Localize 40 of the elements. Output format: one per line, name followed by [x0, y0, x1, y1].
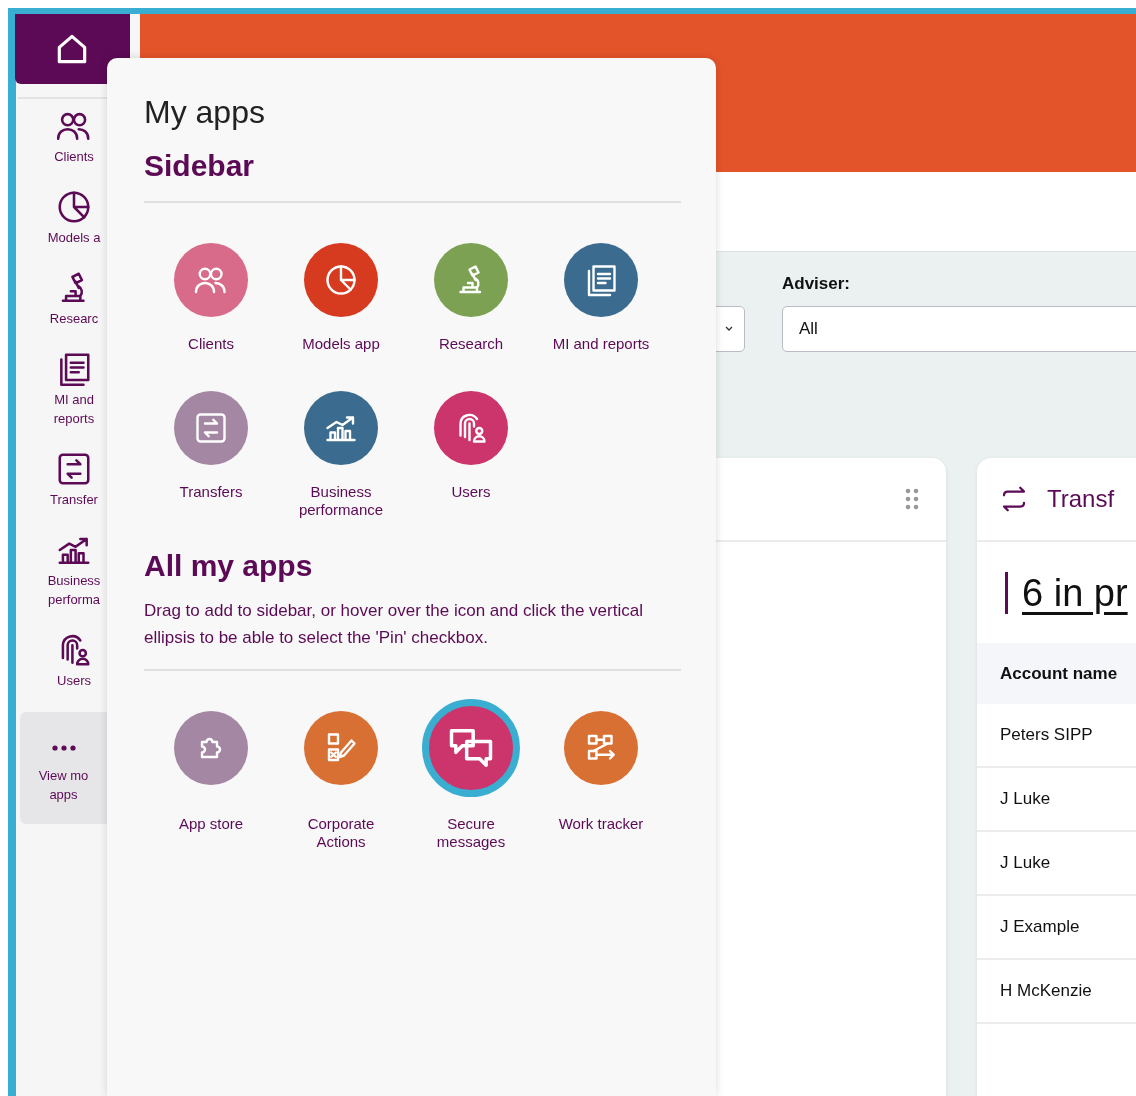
app-tile[interactable]: Business performance	[276, 391, 406, 519]
section-heading: Sidebar	[144, 149, 256, 183]
app-tile[interactable]: Models app	[276, 243, 406, 353]
adviser-dropdown[interactable]: All	[782, 306, 1136, 352]
panel-title: My apps	[144, 94, 266, 131]
app-tile[interactable]: Corporate Actions	[276, 699, 406, 851]
app-tile[interactable]: Transfers	[146, 391, 276, 519]
sidebar-item[interactable]: Transfer	[50, 450, 98, 509]
table-cell: J Luke	[1000, 789, 1051, 809]
column-header: Account name	[1000, 663, 1118, 684]
app-tile[interactable]: Clients	[146, 243, 276, 353]
table-cell: J Example	[1000, 917, 1080, 937]
table-cell: H McKenzie	[1000, 981, 1092, 1001]
app-tile[interactable]: Users	[406, 391, 536, 519]
sidebar-item[interactable]: MI and reports	[53, 350, 95, 428]
app-tile[interactable]: Secure messages	[406, 699, 536, 851]
sidebar-item[interactable]: Users	[55, 631, 93, 690]
pie-chart-icon	[323, 262, 359, 298]
app-tile[interactable]: Work tracker	[536, 699, 666, 851]
sidebar-item[interactable]: Models a	[47, 188, 101, 247]
section-heading: All my apps	[144, 549, 314, 583]
drag-handle-icon[interactable]	[904, 487, 920, 511]
field-label: Adviser:	[782, 274, 852, 294]
table-cell: J Luke	[1000, 853, 1051, 873]
sidebar-item[interactable]: Clients	[54, 107, 94, 166]
sidebar-item[interactable]: Researc	[49, 269, 99, 328]
app-tile[interactable]: MI and reports	[536, 243, 666, 353]
view-more-button[interactable]: View mo apps	[20, 712, 107, 824]
app-tile[interactable]: Research	[406, 243, 536, 353]
summary-link[interactable]: 6 in pr	[1005, 572, 1128, 614]
transfer-icon	[193, 410, 229, 446]
more-icon	[50, 744, 77, 752]
sidebar-item[interactable]: Business performa	[47, 531, 101, 609]
app-tile[interactable]: App store	[146, 699, 276, 851]
card-title: Transf	[1047, 485, 1115, 513]
transfer-icon	[55, 450, 93, 488]
chevron-down-icon	[724, 326, 734, 332]
hint-text: Drag to add to sidebar, or hover over the icon and click the vertical ellipsis to be able to select the 'Pin' checkbox.	[144, 600, 644, 649]
table-cell: Peters SIPP	[1000, 725, 1093, 745]
home-button[interactable]	[14, 14, 130, 84]
